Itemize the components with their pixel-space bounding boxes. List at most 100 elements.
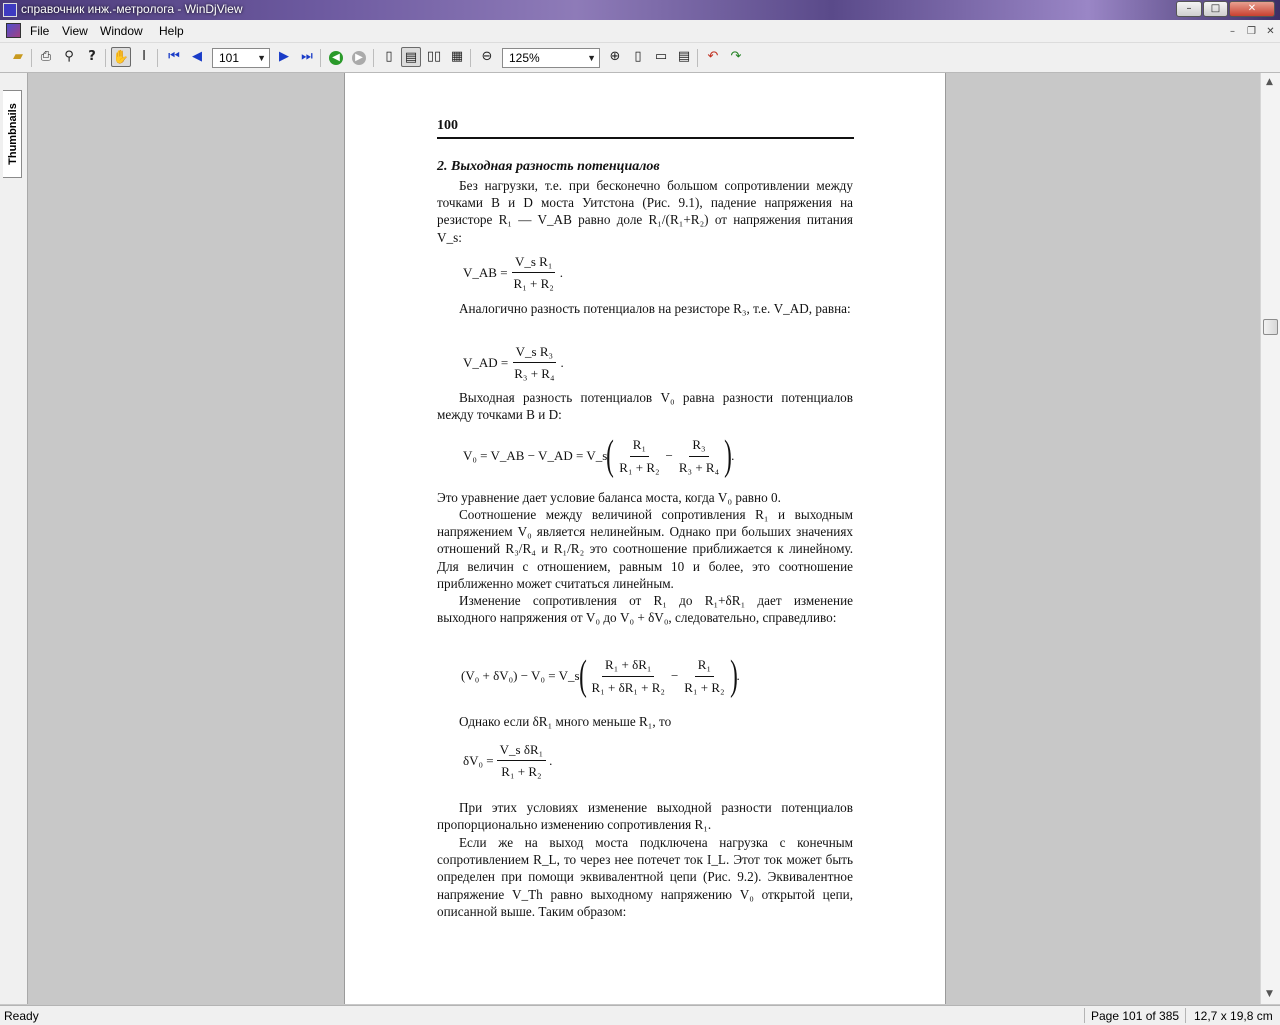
paren-close: )	[729, 653, 738, 699]
continuous-layout-icon[interactable]: ▤	[401, 47, 421, 67]
thumbnails-panel: Thumbnails	[0, 73, 28, 1004]
paragraph-5: Соотношение между величиной сопротивлени…	[437, 507, 853, 591]
numerator: R₁ + δR₁	[602, 656, 655, 677]
menu-view[interactable]: View	[62, 24, 88, 38]
status-page-size: 12,7 x 19,8 cm	[1194, 1009, 1273, 1023]
denominator: R₁ + R₂	[501, 764, 542, 780]
continuous-facing-icon[interactable]: ▦	[447, 47, 467, 67]
menu-file[interactable]: File	[30, 24, 49, 38]
formula-vad: V_AD = V_s R₃ R₃ + R₄ .	[463, 343, 564, 382]
open-folder-icon[interactable]: ▰	[8, 47, 28, 67]
menu-help[interactable]: Help	[159, 24, 184, 38]
formula-delta-v0: (V₀ + δV₀) − V₀ = V_s ( R₁ + δR₁ R₁ + δR…	[461, 655, 740, 697]
toolbar-separator	[157, 49, 158, 67]
toolbar-separator	[320, 49, 321, 67]
status-bar: Ready Page 101 of 385 12,7 x 19,8 cm	[0, 1005, 1280, 1025]
forward-icon[interactable]: ▶	[349, 47, 369, 67]
page-number-value: 101	[219, 51, 240, 65]
select-text-icon[interactable]: I	[134, 47, 154, 67]
formula-v0: V₀ = V_AB − V_AD = V_s ( R₁ R₁ + R₂ − R₃…	[463, 435, 734, 477]
fraction: R₁ R₁ + R₂	[681, 656, 727, 695]
denominator: R₁ + R₂	[619, 459, 660, 475]
paren-close: )	[724, 433, 732, 479]
fit-width-icon[interactable]: ▤	[674, 47, 694, 67]
formula-vab: V_AB = V_s R₁ R₁ + R₂ .	[463, 253, 563, 292]
minus-sign: −	[670, 668, 679, 684]
denominator: R₁ + R₂	[684, 679, 725, 695]
menu-window[interactable]: Window	[100, 24, 143, 38]
thumbnails-tab[interactable]: Thumbnails	[3, 90, 22, 178]
zoom-combo[interactable]: 125% ▼	[502, 48, 600, 68]
fraction: V_s R₁ R₁ + R₂	[511, 253, 557, 292]
numerator: R₁	[629, 436, 649, 457]
paragraph-7: Однако если δR₁ много меньше R₁, то	[459, 714, 672, 729]
formula-lhs: V₀ = V_AB − V_AD = V_s	[463, 448, 608, 464]
window-title: справочник инж.-метролога - WinDjView	[21, 2, 243, 16]
zoom-value: 125%	[509, 51, 540, 65]
mdi-restore-button[interactable]: ❐	[1243, 25, 1260, 40]
zoom-out-icon[interactable]: ⊖	[477, 47, 497, 67]
paragraph-6: Изменение сопротивления от R₁ до R₁+δR₁ …	[437, 593, 853, 626]
fraction: V_s δR₁ R₁ + R₂	[496, 741, 547, 780]
document-viewport[interactable]: 100 2. Выходная разность потенциалов Без…	[28, 73, 1260, 1004]
fraction: R₁ + δR₁ R₁ + δR₁ + R₂	[589, 656, 668, 695]
scrollbar-thumb[interactable]	[1263, 319, 1278, 335]
actual-size-icon[interactable]: ▯	[628, 47, 648, 67]
single-page-icon[interactable]: ▯	[379, 47, 399, 67]
status-ready: Ready	[4, 1009, 39, 1023]
menu-bar: File View Window Help	[0, 20, 1280, 43]
minimize-button[interactable]: –	[1176, 1, 1202, 17]
help-icon[interactable]: ?	[82, 47, 102, 67]
numerator: V_s δR₁	[496, 741, 547, 762]
numerator: R₁	[694, 656, 714, 677]
document-icon[interactable]	[6, 23, 21, 38]
back-icon[interactable]: ◀	[326, 47, 346, 67]
toolbar-separator	[31, 49, 32, 67]
paren-open: (	[606, 433, 615, 479]
numerator: V_s R₁	[511, 253, 556, 274]
paragraph-2: Аналогично разность потенциалов на резис…	[459, 301, 851, 316]
scroll-down-icon[interactable]: ▼	[1266, 989, 1273, 999]
close-button[interactable]: ✕	[1229, 1, 1275, 17]
rotate-right-icon[interactable]: ↷	[726, 47, 746, 67]
status-divider	[1084, 1008, 1085, 1023]
numerator: V_s R₃	[512, 343, 557, 364]
print-icon[interactable]: ⎙	[36, 47, 56, 67]
first-page-icon[interactable]: ⏮	[164, 47, 184, 67]
paren-open: (	[578, 653, 587, 699]
mdi-close-button[interactable]: ✕	[1262, 25, 1279, 40]
minus-sign: −	[665, 448, 673, 464]
denominator: R₁ + δR₁ + R₂	[591, 679, 665, 695]
formula-end: .	[559, 265, 564, 281]
vertical-scrollbar[interactable]: ▲ ▼	[1260, 73, 1280, 1004]
find-binoculars-icon[interactable]: ⚲	[59, 47, 79, 67]
previous-page-icon[interactable]: ◀	[187, 47, 207, 67]
toolbar-separator	[105, 49, 106, 67]
last-page-icon[interactable]: ⏭	[297, 47, 317, 67]
chevron-down-icon[interactable]: ▼	[257, 49, 266, 67]
thumbnails-tab-label: Thumbnails	[7, 103, 19, 165]
mdi-minimize-button[interactable]: –	[1224, 25, 1241, 40]
maximize-button[interactable]: □	[1203, 1, 1228, 17]
fit-page-icon[interactable]: ▭	[651, 47, 671, 67]
facing-pages-icon[interactable]: ▯▯	[424, 47, 444, 67]
fraction: R₁ R₁ + R₂	[616, 436, 662, 475]
chevron-down-icon[interactable]: ▼	[587, 49, 596, 67]
hand-tool-icon[interactable]: ✋	[111, 47, 131, 67]
fraction: R₃ R₃ + R₄	[676, 436, 722, 475]
paragraph-8: При этих условиях изменение выходной раз…	[437, 800, 853, 833]
denominator: R₃ + R₄	[514, 366, 555, 382]
next-page-icon[interactable]: ▶	[274, 47, 294, 67]
page-number-combo[interactable]: 101 ▼	[212, 48, 270, 68]
document-page: 100 2. Выходная разность потенциалов Без…	[344, 73, 946, 1004]
scroll-up-icon[interactable]: ▲	[1266, 77, 1273, 87]
title-bar: справочник инж.-метролога - WinDjView – …	[0, 0, 1280, 20]
toolbar: ▰ ⎙ ⚲ ? ✋ I ⏮ ◀ 101 ▼ ▶ ⏭ ◀ ▶ ▯ ▤ ▯▯ ▦ ⊖…	[0, 43, 1280, 73]
zoom-in-icon[interactable]: ⊕	[605, 47, 625, 67]
formula-lhs: V_AB =	[463, 265, 508, 281]
formula-lhs: δV₀ =	[463, 753, 494, 769]
formula-lhs: V_AD =	[463, 355, 509, 371]
toolbar-separator	[697, 49, 698, 67]
rotate-left-icon[interactable]: ↶	[703, 47, 723, 67]
paragraph-1: Без нагрузки, т.е. при бесконечно большо…	[437, 178, 853, 245]
